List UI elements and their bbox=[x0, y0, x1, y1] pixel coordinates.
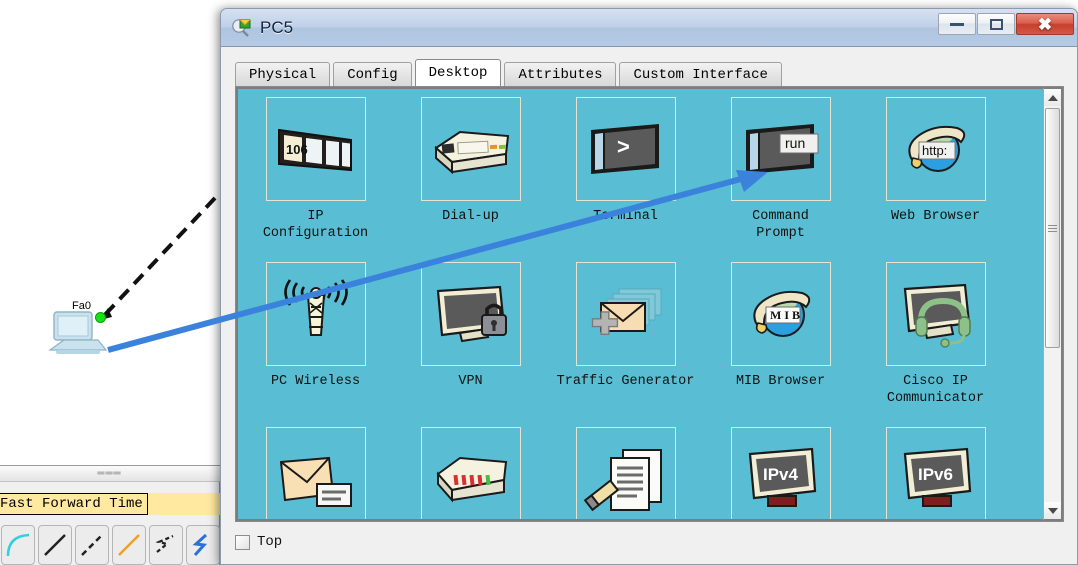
tab-custom-interface[interactable]: Custom Interface bbox=[619, 62, 782, 86]
cisco-ip-communicator-icon[interactable] bbox=[885, 262, 986, 366]
svg-text:IPv6: IPv6 bbox=[918, 465, 953, 484]
svg-text:IPv4: IPv4 bbox=[763, 465, 799, 484]
desktop-item-label: PC Wireless bbox=[270, 374, 361, 389]
desktop-item-label: VPN bbox=[458, 374, 483, 389]
traffic-generator-icon[interactable] bbox=[575, 262, 676, 366]
desktop-item-terminal[interactable]: > Terminal bbox=[548, 97, 703, 242]
vpn-lock-icon[interactable] bbox=[420, 262, 521, 366]
tab-attributes[interactable]: Attributes bbox=[504, 62, 617, 86]
terminal-icon[interactable]: > bbox=[575, 97, 676, 201]
interface-label: Fa0 bbox=[72, 300, 91, 312]
window-titlebar[interactable]: PC5 ✖ bbox=[221, 9, 1077, 47]
desktop-item-ipv6-firewall[interactable]: IPv6 bbox=[858, 427, 1013, 519]
desktop-item-label: Terminal bbox=[593, 209, 658, 224]
desktop-item-label: Command Prompt bbox=[752, 209, 809, 241]
scroll-down-button[interactable] bbox=[1044, 502, 1061, 519]
desktop-item-mib-browser[interactable]: M I B MIB Browser bbox=[703, 262, 858, 407]
desktop-item-command-prompt[interactable]: run Command Prompt bbox=[703, 97, 858, 242]
svg-text:>: > bbox=[617, 134, 630, 159]
pc-wireless-antenna-icon[interactable] bbox=[265, 262, 366, 366]
desktop-item-traffic-generator[interactable]: Traffic Generator bbox=[548, 262, 703, 407]
svg-text:run: run bbox=[785, 135, 805, 151]
icon-row-2: PC Wireless VPN Traffic Generator M I B … bbox=[238, 262, 1043, 407]
panel-resize-grip[interactable]: ═══ bbox=[0, 466, 220, 482]
svg-text:106: 106 bbox=[286, 142, 308, 157]
tab-config[interactable]: Config bbox=[333, 62, 412, 86]
top-checkbox[interactable] bbox=[235, 534, 250, 550]
scrollbar-grip-icon bbox=[1048, 223, 1057, 234]
connection-fiber-button[interactable] bbox=[112, 525, 146, 565]
triangle-up-icon bbox=[1047, 94, 1058, 101]
fast-forward-time-tooltip: Fast Forward Time bbox=[0, 493, 148, 515]
desktop-item-label: Traffic Generator bbox=[556, 374, 695, 389]
desktop-item-label: Cisco IP Communicator bbox=[886, 374, 985, 406]
minimize-button[interactable] bbox=[938, 13, 976, 35]
window-bottom-bar: Top bbox=[235, 526, 1064, 558]
desktop-panel: 106 IP Configuration Dial-up > Terminal … bbox=[235, 86, 1064, 522]
desktop-item-email[interactable] bbox=[238, 427, 393, 519]
desktop-item-dial-up[interactable]: Dial-up bbox=[393, 97, 548, 242]
scroll-up-button[interactable] bbox=[1044, 89, 1061, 106]
maximize-button[interactable] bbox=[977, 13, 1015, 35]
workspace-bottom-panel: ═══ Fast Forward Time bbox=[0, 465, 220, 565]
desktop-item-ipv4-firewall[interactable]: IPv4 bbox=[703, 427, 858, 519]
svg-text:http:: http: bbox=[922, 143, 947, 158]
desktop-item-text-editor[interactable] bbox=[548, 427, 703, 519]
desktop-item-label: IP Configuration bbox=[262, 209, 369, 241]
desktop-item-cisco-ip-communicator[interactable]: Cisco IP Communicator bbox=[858, 262, 1013, 407]
email-icon[interactable] bbox=[265, 427, 366, 519]
desktop-item-web-browser[interactable]: http: Web Browser bbox=[858, 97, 1013, 242]
icon-row-1: 106 IP Configuration Dial-up > Terminal … bbox=[238, 97, 1043, 242]
command-prompt-icon[interactable]: run bbox=[730, 97, 831, 201]
top-checkbox-label: Top bbox=[257, 534, 283, 550]
dial-up-modem-icon[interactable] bbox=[420, 97, 521, 201]
connection-phone-button[interactable] bbox=[149, 525, 183, 565]
window-title: PC5 bbox=[260, 17, 294, 37]
link-status-indicator bbox=[95, 312, 106, 323]
desktop-item-label: Web Browser bbox=[890, 209, 981, 224]
packet-tracer-icon bbox=[231, 17, 253, 39]
ipv6-firewall-icon[interactable]: IPv6 bbox=[885, 427, 986, 519]
desktop-vertical-scrollbar[interactable] bbox=[1043, 87, 1063, 521]
desktop-item-label: MIB Browser bbox=[735, 374, 826, 389]
desktop-item-ip-configuration[interactable]: 106 IP Configuration bbox=[238, 97, 393, 242]
desktop-icon-grid[interactable]: 106 IP Configuration Dial-up > Terminal … bbox=[236, 87, 1043, 521]
desktop-item-label: Dial-up bbox=[442, 209, 499, 224]
desktop-item-pc-wireless[interactable]: PC Wireless bbox=[238, 262, 393, 407]
connection-console-button[interactable] bbox=[1, 525, 35, 565]
desktop-item-vpn[interactable]: VPN bbox=[393, 262, 548, 407]
scrollbar-thumb[interactable] bbox=[1045, 108, 1060, 348]
connection-coaxial-button[interactable] bbox=[186, 525, 220, 565]
tab-physical[interactable]: Physical bbox=[235, 62, 331, 86]
triangle-down-icon bbox=[1047, 507, 1058, 514]
pc5-device-window: PC5 ✖ Physical Config Desktop Attributes… bbox=[220, 8, 1078, 565]
mib-browser-icon[interactable]: M I B bbox=[730, 262, 831, 366]
screen: Fa0 ═══ Fast Forward Time PC5 ✖ Physical… bbox=[0, 0, 1078, 565]
icon-row-3: IPv4 IPv6 bbox=[238, 427, 1043, 519]
tab-strip: Physical Config Desktop Attributes Custo… bbox=[235, 59, 1077, 86]
svg-text:M I B: M I B bbox=[770, 308, 800, 322]
text-editor-icon[interactable] bbox=[575, 427, 676, 519]
ip-configuration-icon[interactable]: 106 bbox=[265, 97, 366, 201]
desktop-item-pppoe-dialer[interactable] bbox=[393, 427, 548, 519]
window-controls: ✖ bbox=[938, 13, 1074, 35]
close-button[interactable]: ✖ bbox=[1016, 13, 1074, 35]
ipv4-firewall-icon[interactable]: IPv4 bbox=[730, 427, 831, 519]
connection-copper-straight-button[interactable] bbox=[38, 525, 72, 565]
connection-copper-crossover-button[interactable] bbox=[75, 525, 109, 565]
tab-desktop[interactable]: Desktop bbox=[414, 59, 502, 86]
connection-tool-row bbox=[0, 521, 220, 565]
web-browser-icon[interactable]: http: bbox=[885, 97, 986, 201]
pppoe-dialer-icon[interactable] bbox=[420, 427, 521, 519]
